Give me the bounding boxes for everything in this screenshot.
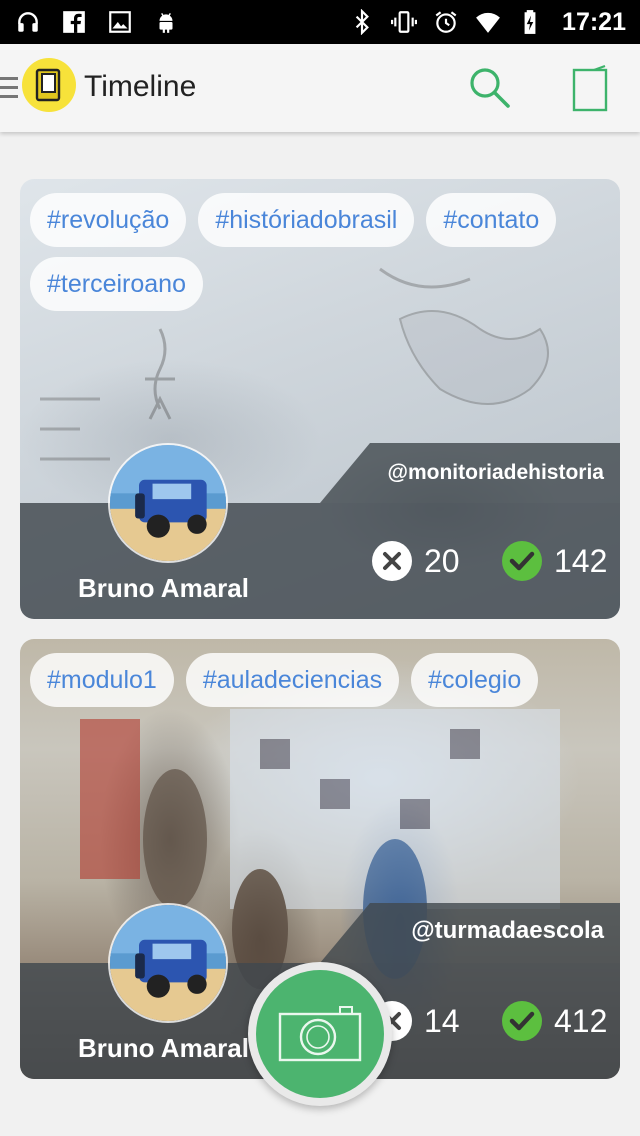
group-handle[interactable]: @monitoriadehistoria <box>387 461 604 485</box>
camera-icon <box>278 1006 362 1062</box>
tag-list: #revolução #históriadobrasil #contato #t… <box>30 193 610 311</box>
facebook-icon <box>60 8 88 36</box>
vibrate-icon <box>390 8 418 36</box>
reject-count: 14 <box>424 1002 460 1039</box>
menu-icon[interactable] <box>0 75 20 101</box>
tag[interactable]: #colegio <box>411 653 539 707</box>
document-icon <box>572 64 608 112</box>
approve-stat[interactable]: 412 <box>502 1001 607 1041</box>
document-button[interactable] <box>566 64 614 114</box>
avatar[interactable] <box>108 443 228 563</box>
approve-stat[interactable]: 142 <box>502 541 607 581</box>
author-name: Bruno Amaral <box>78 573 249 603</box>
author-name: Bruno Amaral <box>78 1033 249 1063</box>
status-bar: 17:21 <box>0 0 640 44</box>
camera-button[interactable] <box>248 962 392 1106</box>
book-icon <box>35 68 61 102</box>
tag[interactable]: #revolução <box>30 193 187 247</box>
approve-count: 142 <box>554 542 608 579</box>
post-card[interactable]: #revolução #históriadobrasil #contato #t… <box>20 179 620 619</box>
headset-icon <box>14 8 42 36</box>
check-icon <box>502 1001 542 1041</box>
image-icon <box>106 8 134 36</box>
tag[interactable]: #auladeciencias <box>185 653 400 707</box>
battery-charging-icon <box>516 8 544 36</box>
alarm-icon <box>432 8 460 36</box>
tag[interactable]: #terceiroano <box>30 257 203 311</box>
reject-icon <box>372 541 412 581</box>
camera-button-inner <box>256 970 384 1098</box>
group-handle[interactable]: @turmadaescola <box>411 917 604 945</box>
search-button[interactable] <box>466 64 514 112</box>
wifi-icon <box>474 8 502 36</box>
reject-stat[interactable]: 20 <box>372 541 460 581</box>
page-title: Timeline <box>84 70 197 103</box>
tag[interactable]: #contato <box>426 193 557 247</box>
reject-count: 20 <box>424 542 460 579</box>
search-icon <box>470 68 510 108</box>
tag-list: #modulo1 #auladeciencias #colegio <box>30 653 610 707</box>
handle-band: @monitoriadehistoria <box>320 443 620 503</box>
handle-band: @turmadaescola <box>320 903 620 963</box>
tag[interactable]: #históriadobrasil <box>198 193 415 247</box>
tag[interactable]: #modulo1 <box>30 653 174 707</box>
app-bar: Timeline <box>0 44 640 132</box>
app-logo[interactable] <box>22 58 76 112</box>
bluetooth-icon <box>348 8 376 36</box>
status-time: 17:21 <box>562 7 626 36</box>
approve-count: 412 <box>554 1002 608 1039</box>
avatar[interactable] <box>108 903 228 1023</box>
check-icon <box>502 541 542 581</box>
android-icon <box>152 8 180 36</box>
